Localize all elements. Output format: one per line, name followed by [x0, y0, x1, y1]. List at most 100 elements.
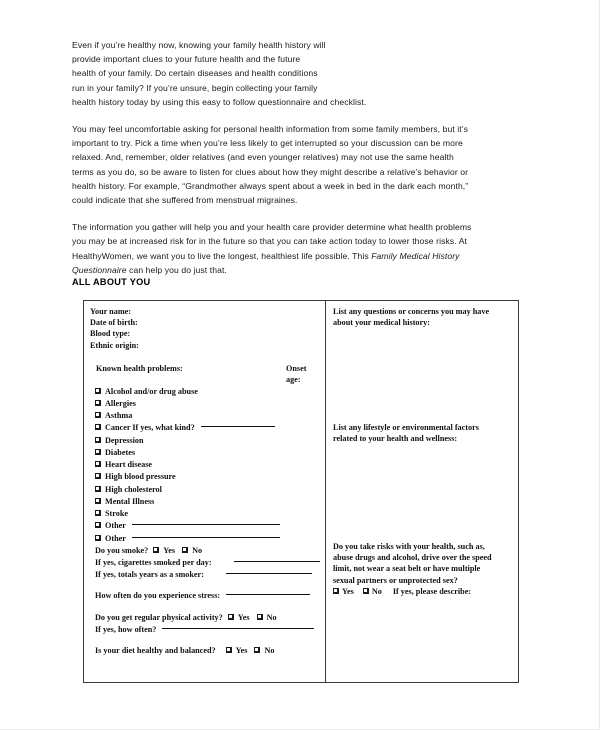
field-blood-type[interactable]: Blood type: [90, 328, 325, 339]
checkbox-row-heart-disease[interactable]: Heart disease [95, 459, 325, 471]
field-ethnic-origin[interactable]: Ethnic origin: [90, 340, 325, 351]
cigarettes-per-day-write-in-line[interactable] [233, 561, 320, 563]
paragraph-3-line: HealthyWomen, we want you to live the lo… [72, 249, 518, 263]
checkbox-label: Other [105, 533, 126, 543]
risk-yes-no-row[interactable]: Yes No If yes, please describe: [333, 586, 515, 597]
stress-question-label: How often do you experience stress: [95, 591, 221, 601]
checkbox-icon[interactable] [362, 587, 369, 594]
question-diet-healthy[interactable]: Is your diet healthy and balanced? Yes N… [95, 644, 325, 656]
checkbox-label: Depression [105, 435, 144, 445]
question-physical-activity[interactable]: Do you get regular physical activity? Ye… [95, 611, 325, 623]
checkbox-row-other-1[interactable]: Other [95, 520, 325, 532]
risk-no-label: No [371, 586, 382, 596]
health-problems-checkbox-list: Alcohol and/or drug abuse Allergies Asth… [90, 385, 325, 544]
checkbox-icon[interactable] [95, 497, 101, 504]
checkbox-icon[interactable] [95, 424, 101, 431]
all-about-you-form-table: Your name: Date of birth: Blood type: Et… [83, 300, 519, 683]
section-heading-all-about-you: ALL ABOUT YOU [72, 277, 151, 287]
checkbox-row-high-blood-pressure[interactable]: High blood pressure [95, 471, 325, 483]
total-years-smoker-write-in-line[interactable] [225, 573, 312, 575]
checkbox-icon[interactable] [95, 534, 101, 541]
lifestyle-questions: Do you smoke? Yes No If yes, cigarettes … [90, 544, 325, 656]
question-stress-frequency[interactable]: How often do you experience stress: [95, 590, 325, 602]
other-write-in-line[interactable] [131, 536, 280, 538]
checkbox-label: Allergies [105, 398, 136, 408]
checkbox-row-allergies[interactable]: Allergies [95, 397, 325, 409]
diet-yes-label: Yes [235, 645, 248, 655]
checkbox-icon[interactable] [95, 522, 101, 529]
checkbox-icon[interactable] [95, 473, 101, 480]
paragraph-2-line: health history. For example, “Grandmothe… [72, 180, 469, 191]
cigarettes-per-day-label: If yes, cigarettes smoked per day: [95, 557, 212, 567]
activity-howoften-write-in-line[interactable] [162, 627, 315, 629]
question-do-you-smoke[interactable]: Do you smoke? Yes No [95, 544, 325, 556]
checkbox-row-alcohol-drug-abuse[interactable]: Alcohol and/or drug abuse [95, 385, 325, 397]
known-health-problems-header: Known health problems: Onset age: [90, 363, 325, 384]
checkbox-icon[interactable] [95, 461, 101, 468]
checkbox-row-diabetes[interactable]: Diabetes [95, 446, 325, 458]
checkbox-row-asthma[interactable]: Asthma [95, 410, 325, 422]
smoke-yes-label: Yes [163, 545, 176, 555]
checkbox-icon[interactable] [95, 510, 101, 517]
question-total-years-smoker[interactable]: If yes, totals years as a smoker: [95, 569, 325, 581]
checkbox-row-high-cholesterol[interactable]: High cholesterol [95, 483, 325, 495]
checkbox-row-depression[interactable]: Depression [95, 434, 325, 446]
paragraph-3-line: Questionnaire can help you do just that. [72, 263, 518, 277]
paragraph-3-text-end: can help you do just that. [126, 264, 227, 275]
activity-no-label: No [266, 612, 277, 622]
field-your-name[interactable]: Your name: [90, 306, 325, 317]
risk-yes-label: Yes [342, 586, 354, 596]
checkbox-icon[interactable] [225, 646, 232, 653]
checkbox-row-other-2[interactable]: Other [95, 532, 325, 544]
onset-age-label: Onset age: [286, 363, 330, 385]
activity-question-label: Do you get regular physical activity? [95, 612, 223, 622]
checkbox-row-stroke[interactable]: Stroke [95, 508, 325, 520]
checkbox-icon[interactable] [95, 399, 101, 406]
checkbox-icon[interactable] [333, 587, 339, 594]
checkbox-icon[interactable] [227, 613, 234, 620]
prompt-lifestyle-environmental-factors[interactable]: List any lifestyle or environmental fact… [333, 422, 515, 444]
activity-howoften-label: If yes, how often? [95, 624, 157, 634]
paragraph-3-text: HealthyWomen, we want you to live the lo… [72, 250, 372, 261]
checkbox-icon[interactable] [95, 412, 101, 419]
checkbox-row-cancer[interactable]: Cancer If yes, what kind? [95, 422, 325, 434]
other-write-in-line[interactable] [131, 524, 280, 526]
checkbox-row-mental-illness[interactable]: Mental Illness [95, 495, 325, 507]
paragraph-3: The information you gather will help you… [72, 220, 518, 277]
checkbox-icon[interactable] [95, 387, 101, 394]
risk-describe-label: If yes, please describe: [392, 586, 472, 596]
paragraph-2-line: terms as you do, so be aware to listen f… [72, 166, 469, 177]
prompt-medical-history-questions[interactable]: List any questions or concerns you may h… [333, 306, 515, 328]
prompt-line: related to your health and wellness: [333, 434, 458, 444]
prompt-line: abuse drugs and alcohol, drive over the … [333, 553, 492, 563]
prompt-line: List any questions or concerns you may h… [333, 307, 490, 316]
checkbox-icon[interactable] [256, 613, 263, 620]
stress-write-in-line[interactable] [226, 594, 311, 596]
checkbox-label: Asthma [105, 411, 133, 421]
checkbox-label: Cancer If yes, what kind? [105, 423, 195, 433]
checkbox-icon[interactable] [254, 646, 261, 653]
prompt-line: limit, not wear a seat belt or have mult… [333, 564, 481, 574]
activity-yes-label: Yes [237, 612, 250, 622]
identity-fields: Your name: Date of birth: Blood type: Et… [90, 306, 325, 351]
checkbox-icon[interactable] [95, 436, 101, 443]
form-left-column: Your name: Date of birth: Blood type: Et… [84, 301, 326, 682]
prompt-line: Do you take risks with your health, such… [333, 542, 485, 551]
prompt-line: sexual partners or unprotected sex? [333, 575, 458, 585]
question-cigarettes-per-day[interactable]: If yes, cigarettes smoked per day: [95, 556, 325, 568]
prompt-risk-behaviors[interactable]: Do you take risks with your health, such… [333, 541, 515, 597]
paragraph-3-line: you may be at increased risk for in the … [72, 236, 467, 247]
cancer-type-write-in-line[interactable] [200, 426, 275, 428]
known-health-problems-label: Known health problems: [96, 363, 183, 373]
paragraph-1: Even if you’re healthy now, knowing your… [72, 38, 518, 109]
question-activity-how-often[interactable]: If yes, how often? [95, 623, 325, 635]
checkbox-icon[interactable] [182, 546, 189, 553]
checkbox-icon[interactable] [95, 485, 101, 492]
checkbox-icon[interactable] [95, 448, 101, 455]
checkbox-label: Diabetes [105, 447, 136, 457]
checkbox-label: Mental Illness [105, 496, 155, 506]
field-date-of-birth[interactable]: Date of birth: [90, 317, 325, 328]
checkbox-icon[interactable] [153, 546, 160, 553]
checkbox-label: Stroke [105, 509, 129, 519]
